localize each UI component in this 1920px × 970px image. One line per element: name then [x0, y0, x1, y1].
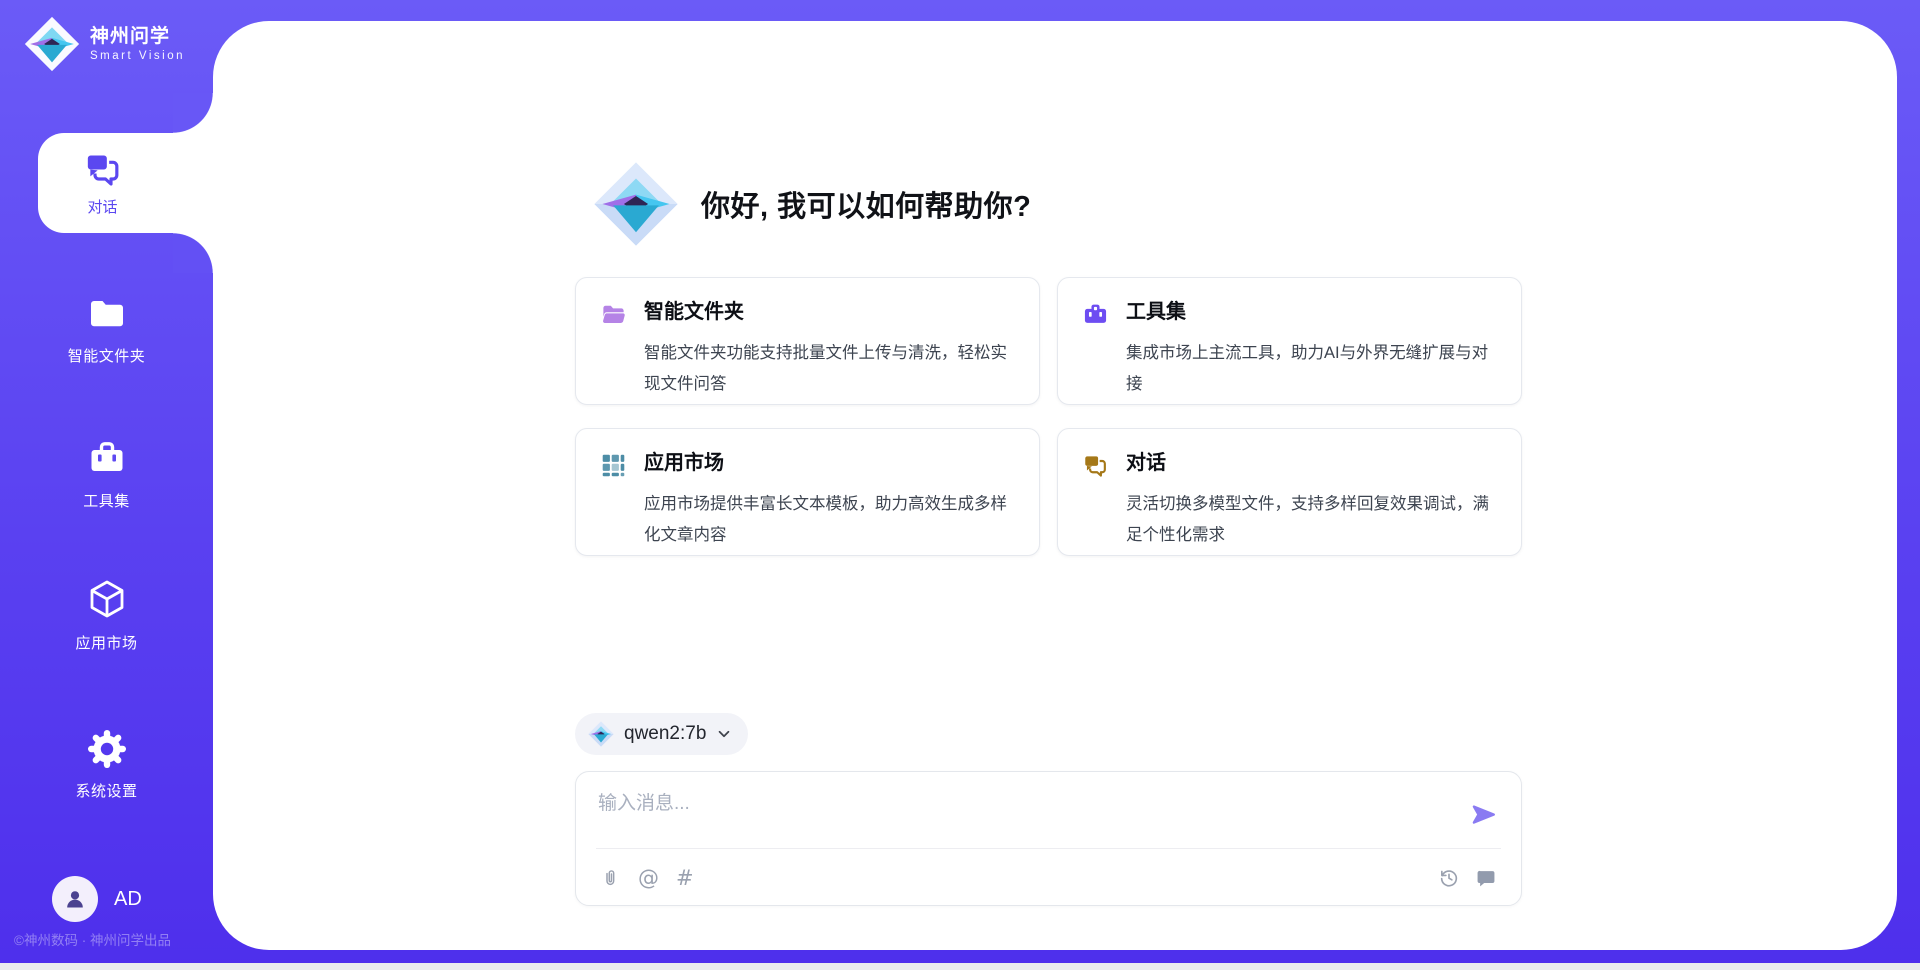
- toolbox-icon: [1082, 301, 1109, 328]
- folder-icon: [85, 292, 129, 336]
- greeting-title: 你好, 我可以如何帮助你?: [701, 183, 1031, 225]
- card-toolset[interactable]: 工具集 集成市场上主流工具，助力AI与外界无缝扩展与对接: [1057, 277, 1522, 405]
- app-window: 神州问学 Smart Vision 对话 智能文件夹: [0, 0, 1920, 970]
- tab-curve-top: [173, 93, 213, 133]
- brand-subtitle: Smart Vision: [90, 49, 185, 63]
- card-description: 集成市场上主流工具，助力AI与外界无缝扩展与对接: [1126, 338, 1501, 405]
- taskbar-edge: [0, 963, 1920, 970]
- sidebar-item-label: 系统设置: [75, 780, 137, 801]
- folder-open-icon: [600, 301, 627, 328]
- at-icon: @: [638, 867, 659, 889]
- history-button[interactable]: [1438, 867, 1460, 889]
- brand-name: 神州问学: [90, 25, 185, 49]
- card-description: 应用市场提供丰富长文本模板，助力高效生成多样化文章内容: [644, 489, 1019, 556]
- sidebar-item-smart-folder[interactable]: 智能文件夹: [0, 292, 213, 366]
- gem-logo-icon: [593, 161, 679, 247]
- card-title: 工具集: [1126, 299, 1501, 326]
- sidebar-item-label: 智能文件夹: [68, 345, 146, 366]
- sidebar-item-chat[interactable]: 对话: [38, 133, 213, 233]
- cube-icon: [84, 577, 130, 623]
- topic-button[interactable]: #: [676, 867, 694, 889]
- sidebar-item-label: 对话: [87, 196, 117, 217]
- gem-logo-icon: [588, 721, 614, 747]
- paperclip-icon: [600, 866, 621, 889]
- card-title: 智能文件夹: [644, 299, 1019, 326]
- toolbox-icon: [85, 437, 129, 481]
- feature-cards: 智能文件夹 智能文件夹功能支持批量文件上传与清洗，轻松实现文件问答 工具集: [575, 277, 1523, 556]
- card-app-market[interactable]: 应用市场 应用市场提供丰富长文本模板，助力高效生成多样化文章内容: [575, 428, 1040, 556]
- card-description: 智能文件夹功能支持批量文件上传与清洗，轻松实现文件问答: [644, 338, 1019, 405]
- chat-icon: [1082, 452, 1109, 479]
- gear-icon: [85, 727, 129, 771]
- sidebar-item-toolset[interactable]: 工具集: [0, 437, 213, 511]
- send-icon: [1467, 798, 1499, 830]
- model-selector[interactable]: qwen2:7b: [575, 713, 748, 755]
- mention-button[interactable]: @: [638, 867, 659, 889]
- tab-curve-bottom: [173, 233, 213, 273]
- sidebar-item-settings[interactable]: 系统设置: [0, 727, 213, 801]
- card-title: 对话: [1126, 450, 1501, 477]
- message-composer: @ #: [575, 771, 1522, 906]
- grid-icon: [600, 452, 627, 479]
- send-button[interactable]: [1467, 798, 1499, 830]
- sidebar-item-label: 工具集: [83, 490, 130, 511]
- user-initials: AD: [114, 888, 142, 911]
- hash-icon: #: [676, 867, 694, 889]
- avatar: [52, 876, 98, 922]
- main-panel: 你好, 我可以如何帮助你? 智能文件夹 智能文件夹功能支持批量文件上传与清洗，轻…: [213, 21, 1897, 950]
- attach-file-button[interactable]: [600, 866, 621, 889]
- history-icon: [1438, 867, 1460, 889]
- sidebar-item-label: 应用市场: [75, 632, 137, 653]
- model-name: qwen2:7b: [624, 723, 706, 745]
- card-smart-folder[interactable]: 智能文件夹 智能文件夹功能支持批量文件上传与清洗，轻松实现文件问答: [575, 277, 1040, 405]
- card-chat[interactable]: 对话 灵活切换多模型文件，支持多样回复效果调试，满足个性化需求: [1057, 428, 1522, 556]
- person-icon: [62, 886, 88, 912]
- composer-divider: [596, 848, 1501, 849]
- greeting: 你好, 我可以如何帮助你?: [593, 161, 1031, 247]
- footer-credit: ©神州数码 · 神州问学出品: [14, 929, 171, 949]
- brand-gem-icon: [24, 16, 80, 72]
- brand: 神州问学 Smart Vision: [24, 16, 185, 72]
- sidebar-item-app-market[interactable]: 应用市场: [0, 577, 213, 653]
- card-description: 灵活切换多模型文件，支持多样回复效果调试，满足个性化需求: [1126, 489, 1501, 556]
- chat-icon: [83, 149, 123, 189]
- card-title: 应用市场: [644, 450, 1019, 477]
- chat-square-icon: [1475, 867, 1497, 889]
- user-profile[interactable]: AD: [52, 876, 142, 922]
- message-input[interactable]: [596, 786, 1440, 842]
- chevron-down-icon: [716, 726, 732, 742]
- conversation-button[interactable]: [1475, 867, 1497, 889]
